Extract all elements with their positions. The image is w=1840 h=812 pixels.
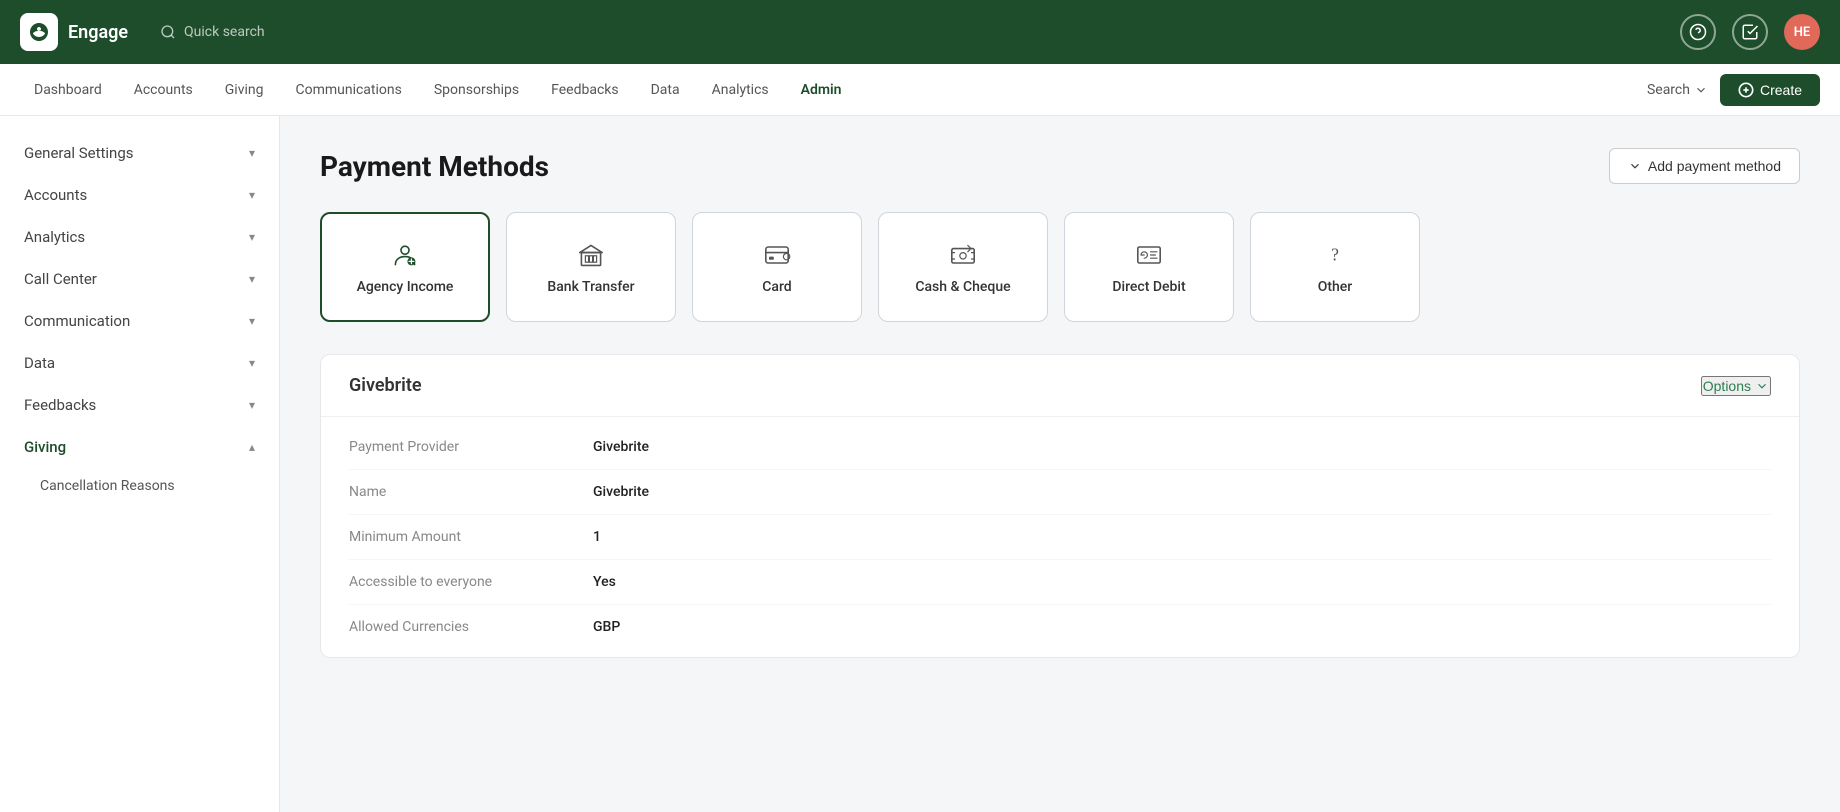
detail-label: Name: [349, 484, 569, 500]
sidebar-item-general-settings[interactable]: General Settings ▾: [0, 132, 279, 174]
chevron-down-icon: ▾: [249, 188, 255, 202]
sidebar-item-communication[interactable]: Communication ▾: [0, 300, 279, 342]
sidebar-item-accounts[interactable]: Accounts ▾: [0, 174, 279, 216]
create-label: Create: [1760, 82, 1802, 98]
nav-data[interactable]: Data: [637, 76, 694, 104]
nav-dashboard[interactable]: Dashboard: [20, 76, 116, 104]
options-label: Options: [1703, 378, 1751, 394]
detail-value: Givebrite: [593, 439, 649, 455]
nav-search[interactable]: Search: [1647, 82, 1708, 98]
nav-accounts[interactable]: Accounts: [120, 76, 207, 104]
content-area: Payment Methods Add payment method Agenc…: [280, 116, 1840, 812]
sidebar-label: Call Center: [24, 270, 97, 288]
chevron-down-icon: ▾: [249, 272, 255, 286]
search-text: Search: [1647, 82, 1690, 98]
sidebar-item-analytics[interactable]: Analytics ▾: [0, 216, 279, 258]
options-button[interactable]: Options: [1701, 376, 1771, 396]
card-label: Card: [762, 279, 791, 295]
quick-search[interactable]: Quick search: [160, 24, 265, 40]
sidebar-item-data[interactable]: Data ▾: [0, 342, 279, 384]
detail-value: Yes: [593, 574, 616, 590]
nav-sponsorships[interactable]: Sponsorships: [420, 76, 533, 104]
page-header: Payment Methods Add payment method: [320, 148, 1800, 184]
sidebar-label: Feedbacks: [24, 396, 96, 414]
sidebar-item-feedbacks[interactable]: Feedbacks ▾: [0, 384, 279, 426]
sidebar-label: Giving: [24, 438, 66, 456]
payment-card-agency-income[interactable]: Agency Income: [320, 212, 490, 322]
card-label: Agency Income: [357, 279, 454, 295]
payment-card-other[interactable]: ? Other: [1250, 212, 1420, 322]
search-label: Quick search: [184, 24, 265, 40]
card-label: Cash & Cheque: [915, 279, 1010, 295]
detail-row-provider: Payment Provider Givebrite: [349, 425, 1771, 470]
detail-label: Minimum Amount: [349, 529, 569, 545]
chevron-down-icon: ▾: [249, 356, 255, 370]
detail-label: Payment Provider: [349, 439, 569, 455]
help-icon-btn[interactable]: [1680, 14, 1716, 50]
nav-admin[interactable]: Admin: [787, 76, 856, 104]
nav-analytics[interactable]: Analytics: [698, 76, 783, 104]
nav-right: Search Create: [1647, 74, 1820, 106]
chevron-down-icon: ▾: [249, 230, 255, 244]
nav-feedbacks[interactable]: Feedbacks: [537, 76, 632, 104]
svg-text:?: ?: [1331, 245, 1339, 265]
top-bar: Engage Quick search HE: [0, 0, 1840, 64]
detail-value: Givebrite: [593, 484, 649, 500]
sidebar-label: Communication: [24, 312, 130, 330]
user-avatar[interactable]: HE: [1784, 14, 1820, 50]
logo-icon: [20, 13, 58, 51]
add-payment-method-button[interactable]: Add payment method: [1609, 148, 1800, 184]
detail-row-accessible: Accessible to everyone Yes: [349, 560, 1771, 605]
app-name: Engage: [68, 22, 128, 43]
main-layout: General Settings ▾ Accounts ▾ Analytics …: [0, 116, 1840, 812]
sidebar-label: Analytics: [24, 228, 85, 246]
sidebar-item-call-center[interactable]: Call Center ▾: [0, 258, 279, 300]
detail-label: Allowed Currencies: [349, 619, 569, 635]
payment-card-cash-cheque[interactable]: Cash & Cheque: [878, 212, 1048, 322]
details-section: Givebrite Options Payment Provider Giveb…: [320, 354, 1800, 658]
notifications-icon-btn[interactable]: [1732, 14, 1768, 50]
card-label: Direct Debit: [1112, 279, 1185, 295]
sidebar-sub-item-cancellation-reasons[interactable]: Cancellation Reasons: [0, 468, 279, 504]
logo-area[interactable]: Engage: [20, 13, 128, 51]
sidebar: General Settings ▾ Accounts ▾ Analytics …: [0, 116, 280, 812]
detail-row-currencies: Allowed Currencies GBP: [349, 605, 1771, 649]
details-header: Givebrite Options: [321, 355, 1799, 417]
chevron-up-icon: ▴: [249, 440, 255, 454]
add-btn-label: Add payment method: [1648, 158, 1781, 174]
details-title: Givebrite: [349, 375, 422, 396]
detail-row-name: Name Givebrite: [349, 470, 1771, 515]
details-body: Payment Provider Givebrite Name Givebrit…: [321, 417, 1799, 657]
payment-card-bank-transfer[interactable]: Bank Transfer: [506, 212, 676, 322]
top-bar-right: HE: [1680, 14, 1820, 50]
chevron-down-icon: ▾: [249, 146, 255, 160]
card-label: Other: [1318, 279, 1353, 295]
page-title: Payment Methods: [320, 150, 549, 183]
nav-communications[interactable]: Communications: [281, 76, 415, 104]
sub-item-label: Cancellation Reasons: [40, 478, 175, 494]
sidebar-label: Accounts: [24, 186, 87, 204]
detail-row-min-amount: Minimum Amount 1: [349, 515, 1771, 560]
payment-card-direct-debit[interactable]: Direct Debit: [1064, 212, 1234, 322]
chevron-down-icon: ▾: [249, 314, 255, 328]
detail-value: GBP: [593, 619, 620, 635]
payment-card-card[interactable]: Card: [692, 212, 862, 322]
detail-value: 1: [593, 529, 601, 545]
chevron-down-icon: ▾: [249, 398, 255, 412]
nav-giving[interactable]: Giving: [211, 76, 278, 104]
sidebar-label: General Settings: [24, 144, 134, 162]
create-button[interactable]: Create: [1720, 74, 1820, 106]
payment-methods-grid: Agency Income Bank Transfer: [320, 212, 1800, 322]
detail-label: Accessible to everyone: [349, 574, 569, 590]
sidebar-label: Data: [24, 354, 55, 372]
card-label: Bank Transfer: [547, 279, 634, 295]
secondary-nav: Dashboard Accounts Giving Communications…: [0, 64, 1840, 116]
sidebar-item-giving[interactable]: Giving ▴: [0, 426, 279, 468]
